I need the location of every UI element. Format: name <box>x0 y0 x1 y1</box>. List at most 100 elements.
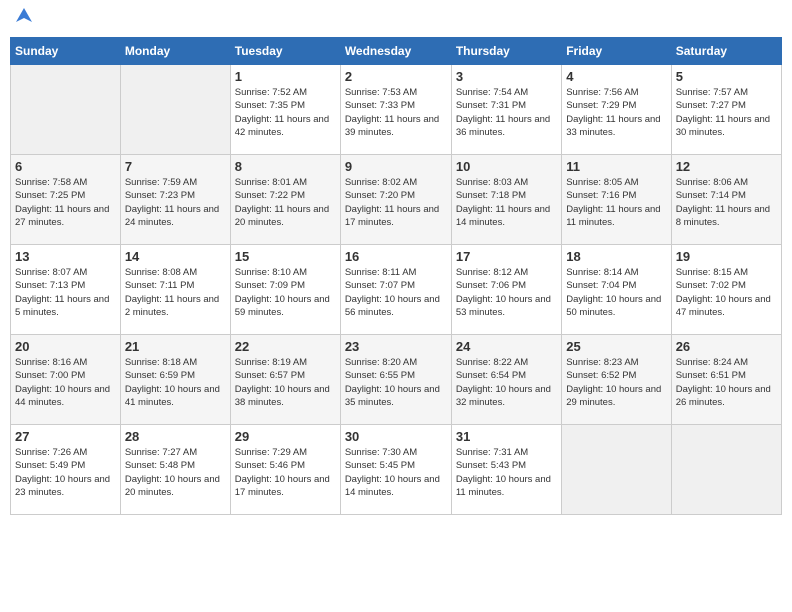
day-number: 24 <box>456 339 557 354</box>
day-info: Sunrise: 8:23 AMSunset: 6:52 PMDaylight:… <box>566 356 666 409</box>
day-number: 11 <box>566 159 666 174</box>
day-info: Sunrise: 8:12 AMSunset: 7:06 PMDaylight:… <box>456 266 557 319</box>
calendar-cell: 11 Sunrise: 8:05 AMSunset: 7:16 PMDayligh… <box>562 155 671 245</box>
day-info: Sunrise: 8:03 AMSunset: 7:18 PMDaylight:… <box>456 176 557 229</box>
calendar-cell: 23 Sunrise: 8:20 AMSunset: 6:55 PMDayligh… <box>340 335 451 425</box>
calendar-cell: 20Sunrise: 8:16 AMSunset: 7:00 PMDayligh… <box>11 335 121 425</box>
day-info: Sunrise: 8:06 AMSunset: 7:14 PMDaylight:… <box>676 176 777 229</box>
calendar-cell: 1 Sunrise: 7:52 AMSunset: 7:35 PMDaylight… <box>230 65 340 155</box>
day-info: Sunrise: 7:31 AMSunset: 5:43 PMDaylight:… <box>456 446 557 499</box>
page-header <box>10 10 782 29</box>
day-number: 28 <box>125 429 226 444</box>
calendar-cell: 2 Sunrise: 7:53 AMSunset: 7:33 PMDaylight… <box>340 65 451 155</box>
calendar-cell: 24 Sunrise: 8:22 AMSunset: 6:54 PMDayligh… <box>451 335 561 425</box>
day-info: Sunrise: 8:10 AMSunset: 7:09 PMDaylight:… <box>235 266 336 319</box>
calendar-cell: 15 Sunrise: 8:10 AMSunset: 7:09 PMDayligh… <box>230 245 340 335</box>
logo-bird-icon <box>16 8 32 22</box>
calendar-cell: 21 Sunrise: 8:18 AMSunset: 6:59 PMDayligh… <box>120 335 230 425</box>
day-info: Sunrise: 8:24 AMSunset: 6:51 PMDaylight:… <box>676 356 777 409</box>
day-number: 3 <box>456 69 557 84</box>
day-number: 30 <box>345 429 447 444</box>
day-number: 4 <box>566 69 666 84</box>
day-number: 6 <box>15 159 116 174</box>
day-number: 15 <box>235 249 336 264</box>
day-number: 19 <box>676 249 777 264</box>
day-info: Sunrise: 8:05 AMSunset: 7:16 PMDaylight:… <box>566 176 666 229</box>
weekday-header-sunday: Sunday <box>11 38 121 65</box>
calendar-cell: 19Sunrise: 8:15 AMSunset: 7:02 PMDayligh… <box>671 245 781 335</box>
day-number: 9 <box>345 159 447 174</box>
calendar-cell: 22 Sunrise: 8:19 AMSunset: 6:57 PMDayligh… <box>230 335 340 425</box>
day-number: 29 <box>235 429 336 444</box>
day-number: 18 <box>566 249 666 264</box>
weekday-header-tuesday: Tuesday <box>230 38 340 65</box>
day-number: 8 <box>235 159 336 174</box>
day-number: 22 <box>235 339 336 354</box>
day-number: 14 <box>125 249 226 264</box>
calendar-week-row: 13 Sunrise: 8:07 AMSunset: 7:13 PMDayligh… <box>11 245 782 335</box>
calendar-cell: 3 Sunrise: 7:54 AMSunset: 7:31 PMDaylight… <box>451 65 561 155</box>
day-info: Sunrise: 8:19 AMSunset: 6:57 PMDaylight:… <box>235 356 336 409</box>
day-info: Sunrise: 7:30 AMSunset: 5:45 PMDaylight:… <box>345 446 447 499</box>
day-number: 13 <box>15 249 116 264</box>
day-number: 21 <box>125 339 226 354</box>
day-info: Sunrise: 7:58 AMSunset: 7:25 PMDaylight:… <box>15 176 116 229</box>
day-info: Sunrise: 8:01 AMSunset: 7:22 PMDaylight:… <box>235 176 336 229</box>
day-info: Sunrise: 8:02 AMSunset: 7:20 PMDaylight:… <box>345 176 447 229</box>
calendar-cell: 5 Sunrise: 7:57 AMSunset: 7:27 PMDaylight… <box>671 65 781 155</box>
calendar-cell: 10 Sunrise: 8:03 AMSunset: 7:18 PMDayligh… <box>451 155 561 245</box>
day-info: Sunrise: 7:52 AMSunset: 7:35 PMDaylight:… <box>235 86 336 139</box>
weekday-header-saturday: Saturday <box>671 38 781 65</box>
day-info: Sunrise: 7:27 AMSunset: 5:48 PMDaylight:… <box>125 446 226 499</box>
day-info: Sunrise: 8:14 AMSunset: 7:04 PMDaylight:… <box>566 266 666 319</box>
day-info: Sunrise: 8:18 AMSunset: 6:59 PMDaylight:… <box>125 356 226 409</box>
day-number: 20 <box>15 339 116 354</box>
day-number: 1 <box>235 69 336 84</box>
calendar-cell: 18 Sunrise: 8:14 AMSunset: 7:04 PMDayligh… <box>562 245 671 335</box>
day-info: Sunrise: 7:59 AMSunset: 7:23 PMDaylight:… <box>125 176 226 229</box>
day-info: Sunrise: 7:54 AMSunset: 7:31 PMDaylight:… <box>456 86 557 139</box>
day-number: 10 <box>456 159 557 174</box>
weekday-header-thursday: Thursday <box>451 38 561 65</box>
day-number: 5 <box>676 69 777 84</box>
day-number: 27 <box>15 429 116 444</box>
calendar-week-row: 6 Sunrise: 7:58 AMSunset: 7:25 PMDaylight… <box>11 155 782 245</box>
weekday-header-wednesday: Wednesday <box>340 38 451 65</box>
day-info: Sunrise: 7:53 AMSunset: 7:33 PMDaylight:… <box>345 86 447 139</box>
day-number: 7 <box>125 159 226 174</box>
calendar-cell: 7 Sunrise: 7:59 AMSunset: 7:23 PMDaylight… <box>120 155 230 245</box>
calendar-cell: 31 Sunrise: 7:31 AMSunset: 5:43 PMDayligh… <box>451 425 561 515</box>
day-number: 26 <box>676 339 777 354</box>
calendar-week-row: 1 Sunrise: 7:52 AMSunset: 7:35 PMDaylight… <box>11 65 782 155</box>
calendar-cell <box>11 65 121 155</box>
calendar-cell: 17 Sunrise: 8:12 AMSunset: 7:06 PMDayligh… <box>451 245 561 335</box>
day-info: Sunrise: 7:57 AMSunset: 7:27 PMDaylight:… <box>676 86 777 139</box>
day-number: 31 <box>456 429 557 444</box>
weekday-header-monday: Monday <box>120 38 230 65</box>
calendar-cell: 8 Sunrise: 8:01 AMSunset: 7:22 PMDaylight… <box>230 155 340 245</box>
day-number: 23 <box>345 339 447 354</box>
day-info: Sunrise: 8:22 AMSunset: 6:54 PMDaylight:… <box>456 356 557 409</box>
calendar-cell <box>671 425 781 515</box>
calendar-cell <box>120 65 230 155</box>
calendar-cell: 14 Sunrise: 8:08 AMSunset: 7:11 PMDayligh… <box>120 245 230 335</box>
day-info: Sunrise: 8:20 AMSunset: 6:55 PMDaylight:… <box>345 356 447 409</box>
day-info: Sunrise: 8:07 AMSunset: 7:13 PMDaylight:… <box>15 266 116 319</box>
day-number: 17 <box>456 249 557 264</box>
calendar-cell: 26 Sunrise: 8:24 AMSunset: 6:51 PMDayligh… <box>671 335 781 425</box>
calendar-week-row: 27Sunrise: 7:26 AMSunset: 5:49 PMDayligh… <box>11 425 782 515</box>
calendar-week-row: 20Sunrise: 8:16 AMSunset: 7:00 PMDayligh… <box>11 335 782 425</box>
calendar-cell: 29Sunrise: 7:29 AMSunset: 5:46 PMDayligh… <box>230 425 340 515</box>
calendar-cell: 16Sunrise: 8:11 AMSunset: 7:07 PMDayligh… <box>340 245 451 335</box>
day-number: 2 <box>345 69 447 84</box>
calendar-cell: 13 Sunrise: 8:07 AMSunset: 7:13 PMDayligh… <box>11 245 121 335</box>
weekday-header-friday: Friday <box>562 38 671 65</box>
calendar-cell: 9 Sunrise: 8:02 AMSunset: 7:20 PMDaylight… <box>340 155 451 245</box>
weekday-header-row: SundayMondayTuesdayWednesdayThursdayFrid… <box>11 38 782 65</box>
calendar-cell: 4Sunrise: 7:56 AMSunset: 7:29 PMDaylight… <box>562 65 671 155</box>
day-info: Sunrise: 8:08 AMSunset: 7:11 PMDaylight:… <box>125 266 226 319</box>
calendar-cell: 25 Sunrise: 8:23 AMSunset: 6:52 PMDayligh… <box>562 335 671 425</box>
day-number: 16 <box>345 249 447 264</box>
calendar-table: SundayMondayTuesdayWednesdayThursdayFrid… <box>10 37 782 515</box>
day-number: 25 <box>566 339 666 354</box>
